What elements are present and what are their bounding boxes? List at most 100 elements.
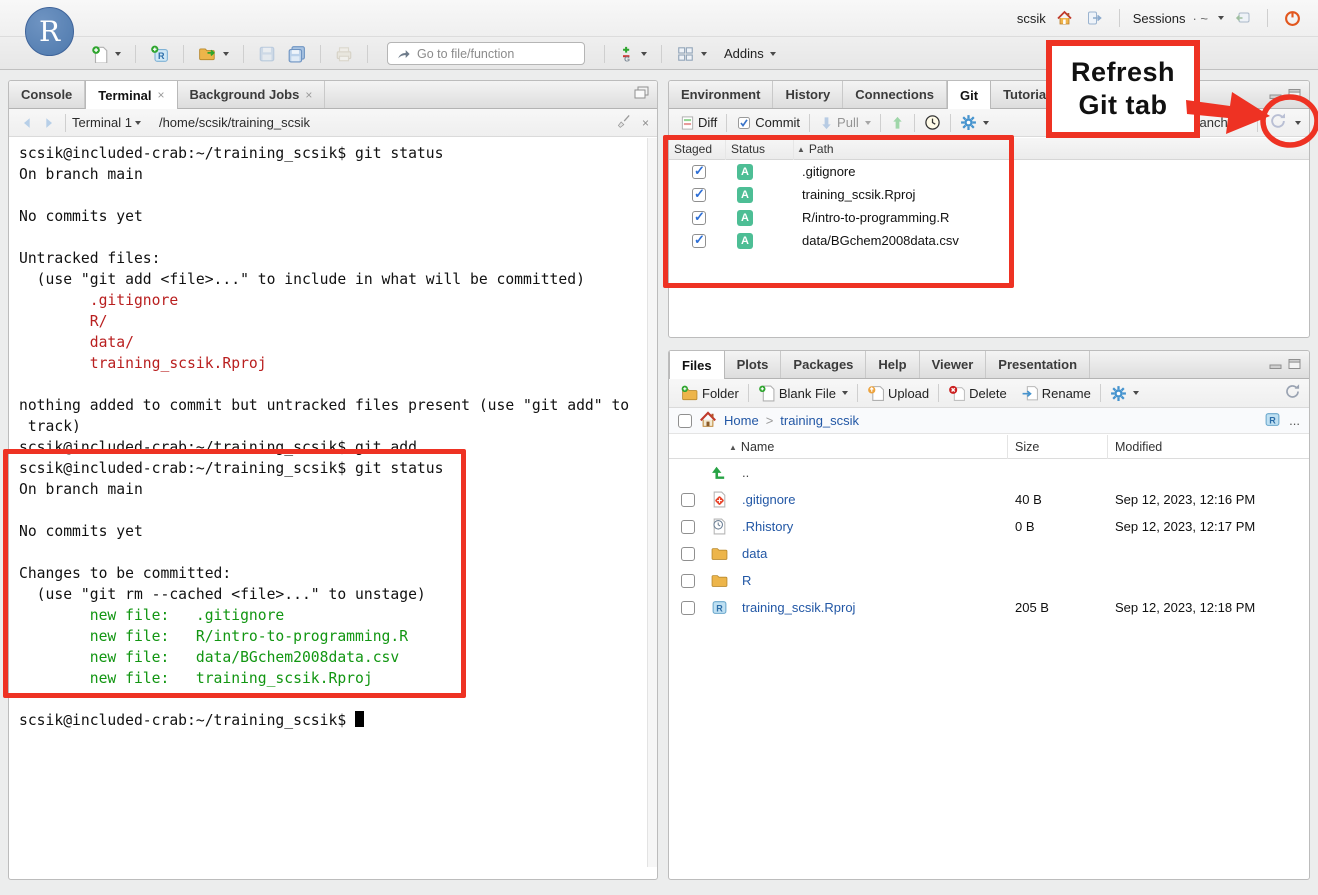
file-row[interactable]: .Rhistory0 BSep 12, 2023, 12:17 PM: [669, 513, 1309, 540]
file-checkbox[interactable]: [681, 601, 695, 615]
terminal-selector[interactable]: Terminal 1: [72, 115, 132, 130]
terminal-line: [19, 185, 647, 206]
tab-help[interactable]: Help: [866, 351, 919, 378]
file-name-link[interactable]: data: [742, 546, 767, 561]
commit-button[interactable]: Commit: [733, 113, 803, 133]
tab-background-jobs[interactable]: Background Jobs×: [178, 81, 326, 108]
tab-presentation[interactable]: Presentation: [986, 351, 1090, 378]
tab-console[interactable]: Console: [9, 81, 85, 108]
new-project-button[interactable]: R: [147, 43, 172, 65]
goto-file-search[interactable]: Go to file/function: [387, 42, 585, 65]
file-row[interactable]: data: [669, 540, 1309, 567]
file-row[interactable]: Rtraining_scsik.Rproj205 BSep 12, 2023, …: [669, 594, 1309, 621]
tab-close-icon[interactable]: ×: [158, 88, 165, 102]
popout-window-icon[interactable]: [634, 86, 649, 104]
folder-icon: [711, 545, 728, 562]
home-folder-icon[interactable]: [699, 411, 717, 431]
save-button[interactable]: [255, 43, 279, 65]
print-button[interactable]: [332, 43, 356, 65]
file-name-link[interactable]: .gitignore: [742, 492, 795, 507]
file-modified: Sep 12, 2023, 12:16 PM: [1115, 492, 1255, 507]
file-size: 0 B: [1015, 519, 1035, 534]
breadcrumb-more-button[interactable]: ...: [1289, 413, 1300, 428]
tab-connections[interactable]: Connections: [843, 81, 947, 108]
file-checkbox[interactable]: [681, 493, 695, 507]
callout-line-2: Git tab: [1079, 89, 1168, 122]
panes-layout-button[interactable]: [673, 43, 710, 65]
file-row[interactable]: .gitignore40 BSep 12, 2023, 12:16 PM: [669, 486, 1309, 513]
file-row[interactable]: ..: [669, 459, 1309, 486]
home-icon[interactable]: [1053, 8, 1076, 28]
tab-packages[interactable]: Packages: [781, 351, 866, 378]
terminal-scrollbar[interactable]: [647, 138, 657, 867]
tab-plots[interactable]: Plots: [725, 351, 782, 378]
maximize-pane-icon[interactable]: [1288, 356, 1301, 374]
open-file-button[interactable]: [195, 43, 232, 65]
files-toolbar: Folder Blank File Upload Delete Rename: [669, 379, 1309, 408]
file-name-link[interactable]: .Rhistory: [742, 519, 793, 534]
new-file-button[interactable]: [88, 43, 124, 65]
file-name-link[interactable]: training_scsik.Rproj: [742, 600, 855, 615]
sign-out-icon[interactable]: [1083, 8, 1106, 28]
select-all-checkbox[interactable]: [678, 414, 692, 428]
push-button[interactable]: [887, 113, 908, 133]
delete-button[interactable]: Delete: [945, 383, 1010, 404]
git-settings-gear-icon[interactable]: [957, 112, 992, 133]
terminal-line: No commits yet: [19, 206, 647, 227]
history-clock-icon[interactable]: [921, 112, 944, 133]
addins-menu[interactable]: Addins: [721, 44, 779, 63]
size-column-header[interactable]: Size: [1015, 435, 1039, 459]
name-column-header[interactable]: ▲Name: [729, 435, 774, 459]
tab-history[interactable]: History: [773, 81, 843, 108]
pull-button[interactable]: Pull: [816, 113, 874, 133]
svg-text:G: G: [624, 54, 630, 62]
refresh-files-icon[interactable]: [1284, 383, 1301, 403]
file-checkbox[interactable]: [681, 520, 695, 534]
up-icon: [711, 464, 728, 481]
close-terminal-icon[interactable]: ×: [642, 116, 649, 130]
quit-power-icon[interactable]: [1281, 8, 1304, 29]
session-window-icon[interactable]: [1231, 8, 1254, 28]
tab-git[interactable]: Git: [947, 81, 991, 109]
tab-close-icon[interactable]: ×: [305, 88, 312, 102]
terminal-selector-caret[interactable]: [135, 121, 141, 125]
blank-file-button[interactable]: Blank File: [755, 383, 851, 404]
tab-terminal[interactable]: Terminal×: [85, 81, 177, 109]
menu-bar: scsik Sessions · ~: [0, 0, 1318, 36]
sessions-dropdown-caret[interactable]: [1218, 16, 1224, 20]
terminal-line: scsik@included-crab:~/training_scsik$: [19, 710, 647, 731]
file-checkbox[interactable]: [681, 574, 695, 588]
tab-environment[interactable]: Environment: [669, 81, 773, 108]
username-label: scsik: [1017, 11, 1046, 26]
blank-file-label: Blank File: [779, 386, 836, 401]
tab-viewer[interactable]: Viewer: [920, 351, 987, 378]
file-name-link[interactable]: ..: [742, 465, 749, 480]
rproj-indicator-icon[interactable]: R: [1264, 411, 1281, 431]
callout-line-1: Refresh: [1071, 56, 1175, 89]
diff-button[interactable]: Diff: [677, 113, 720, 133]
new-folder-button[interactable]: Folder: [677, 383, 742, 404]
breadcrumb-home-link[interactable]: Home: [724, 413, 759, 428]
file-checkbox[interactable]: [681, 547, 695, 561]
breadcrumb-current-link[interactable]: training_scsik: [780, 413, 859, 428]
upload-button[interactable]: Upload: [864, 383, 932, 404]
terminal-forward-icon[interactable]: [38, 114, 59, 132]
rstudio-logo: R: [25, 7, 74, 56]
clear-terminal-broom-icon[interactable]: [616, 114, 632, 132]
minimize-pane-icon[interactable]: [1269, 356, 1282, 374]
file-row[interactable]: R: [669, 567, 1309, 594]
files-breadcrumb: Home > training_scsik R ...: [669, 408, 1309, 434]
save-all-button[interactable]: [284, 43, 309, 65]
terminal-line: scsik@included-crab:~/training_scsik$ gi…: [19, 143, 647, 164]
sessions-label[interactable]: Sessions: [1133, 11, 1186, 26]
file-name-link[interactable]: R: [742, 573, 751, 588]
rename-button[interactable]: Rename: [1018, 383, 1094, 404]
files-settings-gear-icon[interactable]: [1107, 383, 1142, 404]
upload-label: Upload: [888, 386, 929, 401]
version-control-button[interactable]: G: [616, 43, 650, 65]
svg-text:R: R: [716, 603, 723, 613]
terminal-line: R/: [19, 311, 647, 332]
tab-files[interactable]: Files: [669, 351, 725, 379]
terminal-back-icon[interactable]: [17, 114, 38, 132]
modified-column-header[interactable]: Modified: [1115, 435, 1162, 459]
